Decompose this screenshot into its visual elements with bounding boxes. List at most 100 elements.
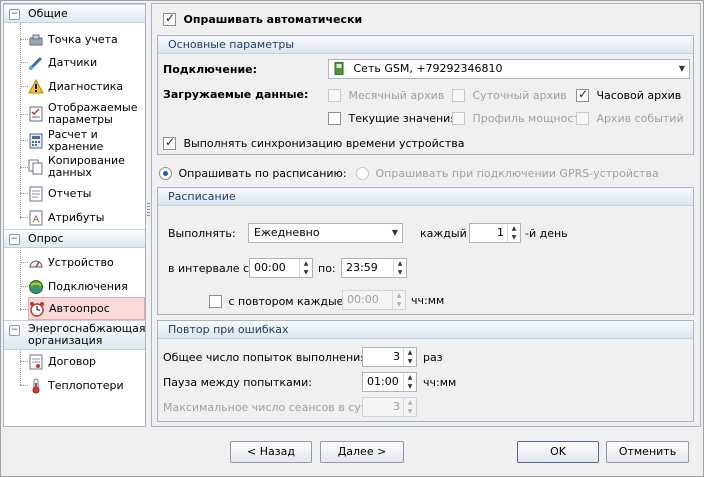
stepper-down-icon[interactable]: ▼ [404,382,416,391]
collapse-icon[interactable]: − [9,325,20,336]
event-archive-checkbox[interactable] [576,111,589,125]
sidebar-item-label: Отображаемые параметры [48,101,138,126]
repeat-unit: чч:мм [411,294,445,307]
pause-value: 01:00 [367,375,399,388]
event-archive-option[interactable]: Архив событий [576,111,684,125]
max-sessions-label: Максимальное число сеансов в сутки: [163,401,385,414]
sidebar-item-displayed-params[interactable]: Отображаемые параметры [28,99,145,129]
sidebar-item-device[interactable]: Устройство [28,251,145,274]
hourly-archive-checkbox[interactable] [576,87,589,102]
run-frequency-select[interactable]: Ежедневно ▼ [248,223,403,243]
heat-loss-icon [28,378,44,394]
hourly-archive-option[interactable]: Часовой архив [576,87,682,102]
stepper-up-icon[interactable]: ▲ [508,224,520,233]
run-label: Выполнять: [168,227,236,240]
stepper-down-icon[interactable]: ▼ [508,233,520,242]
time-sync-checkbox[interactable] [163,135,176,150]
time-sync-option[interactable]: Выполнять синхронизацию времени устройст… [163,135,464,150]
sidebar-item-label: Диагностика [48,79,124,93]
loaded-data-label: Загружаемые данные: [163,88,309,101]
max-sessions-stepper[interactable]: 3 ▲ ▼ [362,397,417,417]
sidebar-item-calc-storage[interactable]: Расчет и хранение [28,128,145,152]
back-button[interactable]: < Назад [230,441,312,463]
pause-stepper[interactable]: 01:00 ▲ ▼ [362,372,417,392]
sidebar-group-label: Опрос [28,232,64,245]
sidebar-group-general[interactable]: − Общие [4,4,145,23]
interval-from-value: 00:00 [254,261,286,274]
schedule-mode-radio[interactable] [159,166,172,180]
cancel-button[interactable]: Отменить [606,441,689,463]
attempts-label: Общее число попыток выполнения: [163,351,371,364]
interval-to-stepper[interactable]: 23:59 ▲ ▼ [341,258,407,278]
sidebar-item-label: Копирование данных [48,154,125,179]
chevron-down-icon: ▼ [678,64,685,73]
sidebar-item-attributes[interactable]: A Атрибуты [28,206,145,229]
option-label: Часовой архив [596,88,682,102]
auto-poll-checkbox[interactable] [163,11,176,26]
stepper-up-icon[interactable]: ▲ [393,291,405,300]
monthly-archive-checkbox[interactable] [328,88,341,102]
stepper-up-icon[interactable]: ▲ [404,398,416,407]
interval-label: в интервале с: [168,262,253,275]
every-day-stepper[interactable]: 1 ▲ ▼ [469,223,521,243]
sidebar-item-autopoll[interactable]: Автоопрос [28,297,145,320]
interval-to-label: по: [318,262,336,275]
sidebar-item-contract[interactable]: Договор [28,350,145,373]
repeat-checkbox[interactable] [209,294,222,308]
interval-to-value: 23:59 [346,261,378,274]
schedule-mode-label: Опрашивать по расписанию: [178,166,347,180]
monthly-archive-option[interactable]: Месячный архив [328,88,444,102]
autopoll-settings-window: − Общие Точка учета Датчики Диагностика [0,0,704,477]
connection-select[interactable]: Сеть GSM, +79292346810 ▼ [328,59,690,79]
collapse-icon[interactable]: − [9,9,20,20]
repeat-option[interactable]: с повтором каждые: [209,294,347,308]
next-button[interactable]: Далее > [320,441,404,463]
sensor-icon [28,55,44,71]
auto-poll-label: Опрашивать автоматически [183,12,363,26]
every-label: каждый [420,227,467,240]
sidebar-group-energy-supplier[interactable]: − Энергоснабжающая организация [4,320,145,350]
current-values-option[interactable]: Текущие значения [328,111,457,125]
daily-archive-checkbox[interactable] [452,88,465,102]
gprs-mode-radio-row[interactable]: Опрашивать при подключении GPRS-устройст… [356,166,659,180]
current-values-checkbox[interactable] [328,111,341,125]
sidebar-item-reports[interactable]: Отчеты [28,182,145,205]
option-label: Месячный архив [348,88,445,102]
sidebar-item-metering-point[interactable]: Точка учета [28,28,145,51]
schedule-title: Расписание [158,188,693,206]
collapse-icon[interactable]: − [9,234,20,245]
contract-icon [28,354,44,370]
stepper-down-icon[interactable]: ▼ [300,268,312,277]
stepper-up-icon[interactable]: ▲ [394,259,406,268]
sidebar-item-sensors[interactable]: Датчики [28,51,145,74]
stepper-down-icon[interactable]: ▼ [393,300,405,309]
attributes-icon: A [28,210,44,226]
stepper-up-icon[interactable]: ▲ [404,373,416,382]
stepper-up-icon[interactable]: ▲ [300,259,312,268]
daily-archive-option[interactable]: Суточный архив [452,88,567,102]
repeat-interval-stepper[interactable]: 00:00 ▲ ▼ [342,290,406,310]
attempts-stepper[interactable]: 3 ▲ ▼ [362,347,417,367]
sidebar-item-label: Отчеты [48,186,92,200]
gprs-mode-radio[interactable] [356,166,369,180]
stepper-down-icon[interactable]: ▼ [404,407,416,416]
connection-value: Сеть GSM, +79292346810 [353,62,503,75]
ok-button[interactable]: OK [517,441,599,463]
power-profile-checkbox[interactable] [452,111,465,125]
sidebar-item-connections[interactable]: Подключения [28,275,145,298]
sidebar-item-diagnostics[interactable]: Диагностика [28,75,145,98]
sidebar-group-polling[interactable]: − Опрос [4,229,145,248]
stepper-down-icon[interactable]: ▼ [394,268,406,277]
stepper-up-icon[interactable]: ▲ [404,348,416,357]
auto-poll-checkbox-row[interactable]: Опрашивать автоматически [163,11,363,26]
schedule-mode-radio-row[interactable]: Опрашивать по расписанию: [159,166,347,180]
power-profile-option[interactable]: Профиль мощности [452,111,587,125]
stepper-down-icon[interactable]: ▼ [404,357,416,366]
alarm-clock-icon [29,301,45,317]
every-day-suffix: -й день [525,227,568,240]
sidebar-item-label: Автоопрос [49,301,110,315]
sidebar-item-heat-loss[interactable]: Теплопотери [28,374,145,397]
sidebar-item-label: Атрибуты [48,210,105,224]
interval-from-stepper[interactable]: 00:00 ▲ ▼ [249,258,313,278]
sidebar-item-copy-data[interactable]: Копирование данных [28,152,145,182]
